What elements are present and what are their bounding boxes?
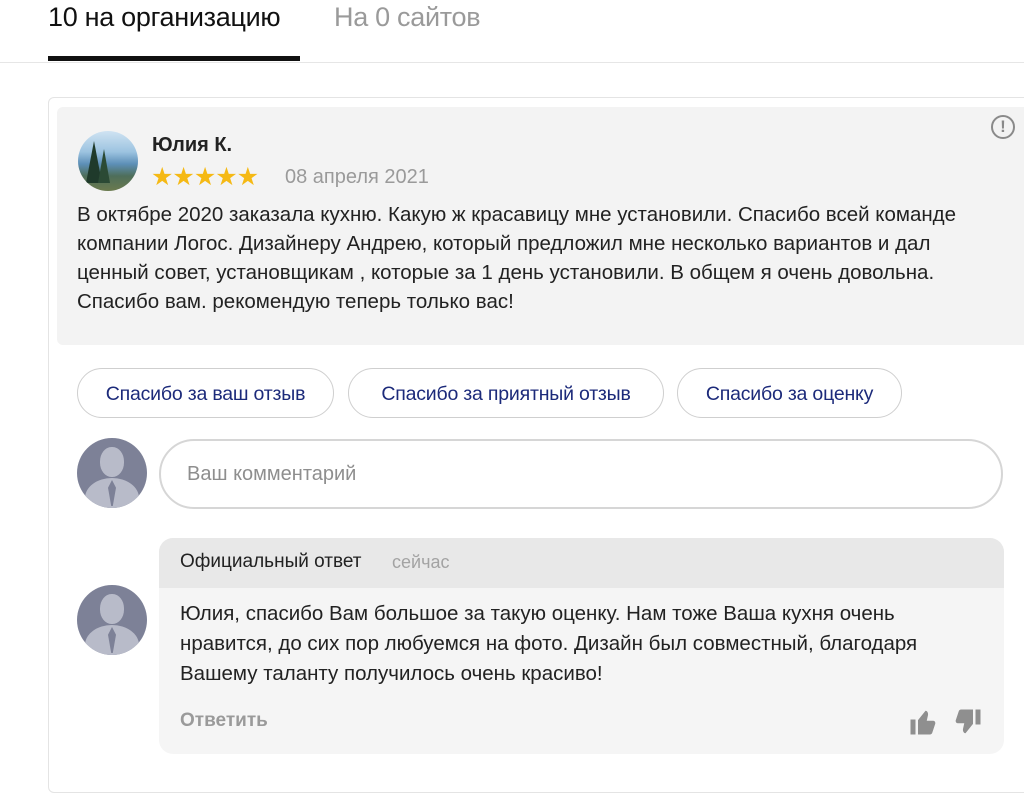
reviewer-avatar[interactable] bbox=[78, 131, 138, 191]
rating-stars: ★★★★★ bbox=[151, 163, 259, 191]
official-reply-label: Официальный ответ bbox=[180, 551, 362, 572]
review-text: В октябре 2020 заказала кухню. Какую ж к… bbox=[77, 203, 957, 313]
thumbs-up-icon[interactable] bbox=[908, 706, 938, 738]
quick-reply-thanks-pleasant[interactable]: Спасибо за приятный отзыв bbox=[348, 368, 664, 418]
avatar-head bbox=[100, 594, 124, 624]
reply-button[interactable]: Ответить bbox=[180, 710, 268, 732]
tab-organization[interactable]: 10 на организацию bbox=[48, 2, 281, 33]
user-avatar-icon bbox=[77, 438, 147, 508]
tab-sites[interactable]: На 0 сайтов bbox=[334, 2, 481, 33]
reviewer-name[interactable]: Юлия К. bbox=[152, 134, 232, 157]
avatar-head bbox=[100, 447, 124, 477]
organization-avatar-icon bbox=[77, 585, 147, 655]
official-reply-text: Юлия, спасибо Вам большое за такую оценк… bbox=[180, 602, 918, 685]
comment-input[interactable] bbox=[159, 439, 1003, 509]
review-tabs: 10 на организацию На 0 сайтов bbox=[0, 0, 1024, 63]
review-date: 08 апреля 2021 bbox=[285, 166, 429, 188]
avatar-tree-shape bbox=[98, 149, 110, 183]
exclamation-circle-icon[interactable]: ! bbox=[991, 115, 1015, 139]
quick-reply-thanks-rating[interactable]: Спасибо за оценку bbox=[677, 368, 902, 418]
quick-reply-thanks-review[interactable]: Спасибо за ваш отзыв bbox=[77, 368, 334, 418]
active-tab-indicator bbox=[48, 56, 300, 61]
official-reply-time: сейчас bbox=[392, 552, 450, 572]
thumbs-down-icon[interactable] bbox=[953, 706, 983, 738]
